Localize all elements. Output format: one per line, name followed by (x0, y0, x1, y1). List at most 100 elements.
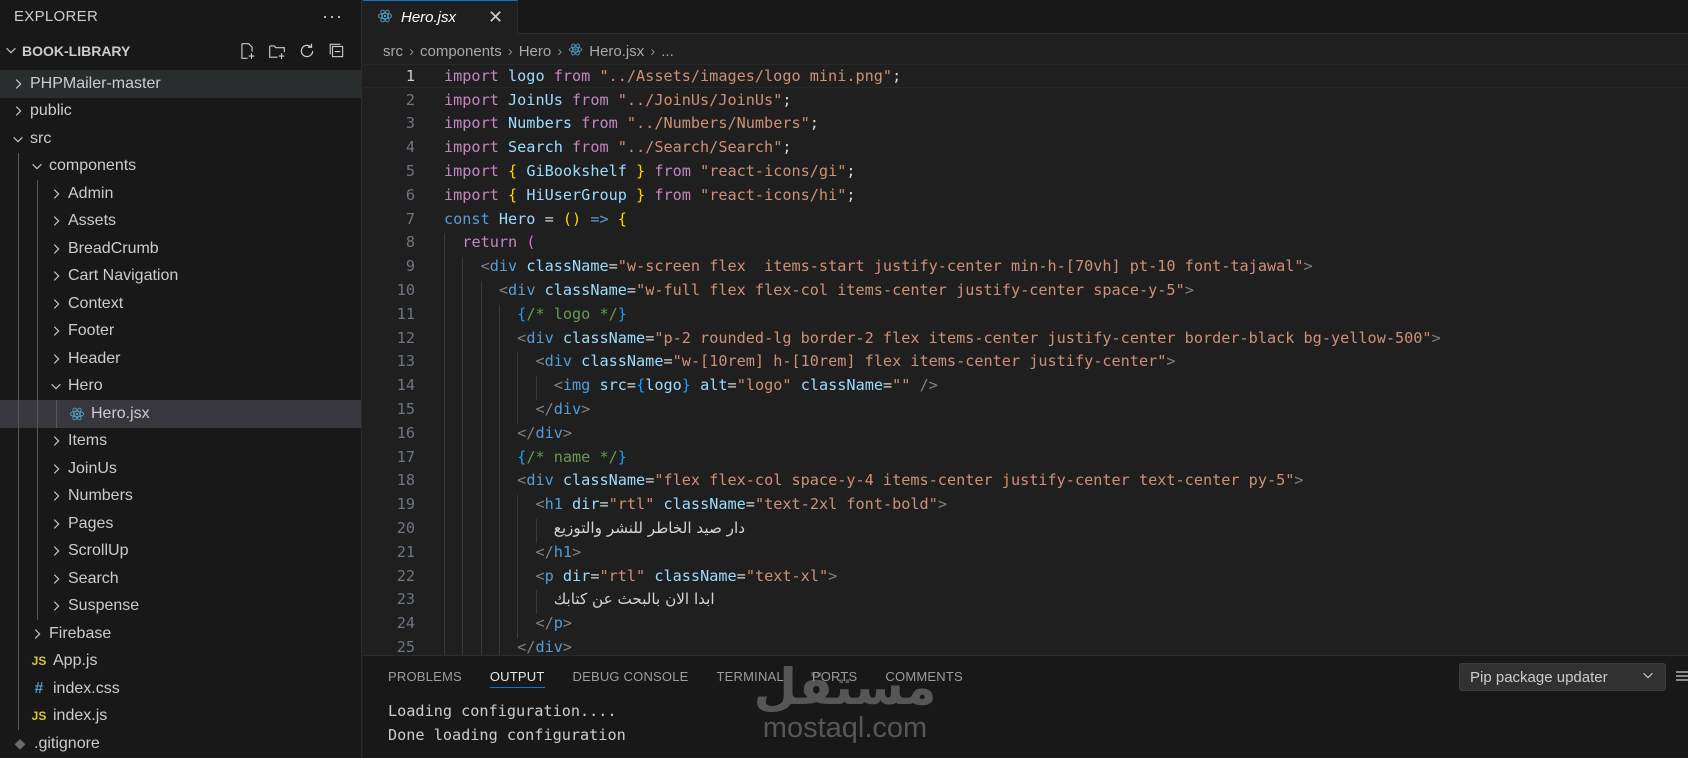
code-line: 10 <div className="w-full flex flex-col … (363, 278, 1688, 305)
tree-item-suspense[interactable]: Suspense (0, 592, 361, 620)
tree-item-label: PHPMailer-master (30, 74, 161, 92)
line-number: 23 (396, 590, 415, 609)
line-number: 20 (396, 519, 415, 538)
chevron-down-icon (1641, 668, 1655, 686)
collapse-all-icon[interactable] (327, 41, 347, 61)
code-line: 21 </h1> (363, 540, 1688, 567)
tab-debug-console[interactable]: DEBUG CONSOLE (573, 656, 689, 696)
project-name: BOOK-LIBRARY (22, 43, 131, 59)
tab-ports[interactable]: PORTS (812, 656, 858, 696)
chevron-down-icon (10, 131, 26, 147)
tree-item-numbers[interactable]: Numbers (0, 482, 361, 510)
tree-item-footer[interactable]: Footer (0, 317, 361, 345)
git-file-icon: ◆ (14, 735, 26, 752)
tab-comments[interactable]: COMMENTS (885, 656, 962, 696)
code-line: 23 ابدا الان بالبحث عن كتابك (363, 588, 1688, 615)
tree-item-app-js[interactable]: JS App.js (0, 647, 361, 675)
breadcrumb-item-components[interactable]: components (420, 43, 502, 60)
tree-item-joinus[interactable]: JoinUs (0, 455, 361, 483)
code-line: 2 import JoinUs from "../JoinUs/JoinUs"; (363, 88, 1688, 112)
code-text: </p> (444, 614, 572, 639)
tree-item-firebase[interactable]: Firebase (0, 620, 361, 648)
tree-item-label: Header (68, 349, 121, 367)
tree-item-label: public (30, 102, 72, 120)
code-line: 6 import { HiUserGroup } from "react-icon… (363, 183, 1688, 207)
chevron-right-icon (10, 103, 26, 119)
code-line: 13 <div className="w-[10rem] h-[10rem] f… (363, 350, 1688, 377)
code-text: import { HiUserGroup } from "react-icons… (444, 185, 856, 204)
tree-item-context[interactable]: Context (0, 290, 361, 318)
chevron-right-icon (48, 516, 64, 532)
tree-item-search[interactable]: Search (0, 565, 361, 593)
tab-hero-jsx[interactable]: Hero.jsx ✕ (363, 0, 519, 34)
tree-item-hero[interactable]: Hero (0, 372, 361, 400)
breadcrumb-item-more[interactable]: ... (661, 43, 674, 60)
tree-item-components[interactable]: components (0, 152, 361, 180)
code-line: 18 <div className="flex flex-col space-y… (363, 469, 1688, 496)
tree-item-label: JoinUs (68, 459, 117, 477)
tree-item-src[interactable]: src (0, 125, 361, 153)
bottom-panel: PROBLEMS OUTPUT DEBUG CONSOLE TERMINAL PORTS… (363, 655, 1688, 758)
tree-item-breadcrumb[interactable]: BreadCrumb (0, 235, 361, 263)
more-actions-icon[interactable]: ··· (322, 6, 343, 27)
tree-item-pages[interactable]: Pages (0, 510, 361, 538)
tree-item-label: index.js (53, 707, 108, 725)
code-text: import { GiBookshelf } from "react-icons… (444, 162, 856, 181)
code-line: 5 import { GiBookshelf } from "react-icon… (363, 159, 1688, 183)
code-line: 7 const Hero = () => { (363, 207, 1688, 231)
tree-item-public[interactable]: public (0, 98, 361, 126)
tree-item-label: Footer (68, 322, 115, 340)
breadcrumb-item-hero-jsx[interactable]: Hero.jsx (589, 43, 644, 60)
line-number: 10 (396, 281, 415, 300)
tree-item-index-js[interactable]: JS index.js (0, 702, 361, 730)
code-text: import Search from "../Search/Search"; (444, 138, 792, 157)
code-text: import Numbers from "../Numbers/Numbers"… (444, 114, 819, 133)
react-icon (568, 42, 583, 61)
tree-item-assets[interactable]: Assets (0, 207, 361, 235)
tab-problems[interactable]: PROBLEMS (388, 656, 462, 696)
breadcrumb-item-hero[interactable]: Hero (519, 43, 552, 60)
tree-item-scrollup[interactable]: ScrollUp (0, 537, 361, 565)
output-channel-select[interactable]: Pip package updater (1459, 663, 1666, 691)
project-header[interactable]: BOOK-LIBRARY (0, 32, 361, 70)
code-line: 19 <h1 dir="rtl" className="text-2xl fon… (363, 492, 1688, 520)
code-editor[interactable]: 1 import logo from "../Assets/images/logo… (363, 64, 1688, 662)
chevron-right-icon (48, 571, 64, 587)
tree-item-label: ScrollUp (68, 542, 129, 560)
tree-item-label: Pages (68, 514, 114, 532)
chevron-down-icon (48, 378, 64, 394)
code-text: </div> (444, 400, 590, 424)
line-number: 3 (405, 114, 415, 133)
editor-area: Hero.jsx ✕ src › components › Hero › Her… (363, 0, 1688, 662)
breadcrumb-item-src[interactable]: src (383, 43, 403, 60)
new-folder-icon[interactable] (267, 41, 287, 61)
tree-item-cart-navigation[interactable]: Cart Navigation (0, 262, 361, 290)
tab-terminal[interactable]: TERMINAL (717, 656, 784, 696)
close-icon[interactable]: ✕ (488, 7, 503, 28)
tab-output[interactable]: OUTPUT (489, 656, 545, 696)
code-text: {/* logo */} (444, 304, 627, 329)
list-menu-icon[interactable] (1674, 668, 1688, 684)
tree-item-hero-jsx[interactable]: Hero.jsx (0, 400, 361, 428)
line-number: 5 (405, 162, 415, 181)
code-line: 20 دار صيد الخاطر للنشر والتوزيع (363, 516, 1688, 543)
new-file-icon[interactable] (237, 41, 257, 61)
line-number: 24 (396, 614, 415, 633)
chevron-right-icon: › (409, 42, 414, 60)
tree-item-gitignore[interactable]: ◆ .gitignore (0, 730, 361, 758)
tree-item-index-css[interactable]: # index.css (0, 675, 361, 703)
chevron-right-icon: › (507, 42, 513, 60)
code-line: 11 {/* logo */} (363, 302, 1688, 329)
output-log: Loading configuration.... Done loading co… (388, 700, 626, 747)
tree-item-header[interactable]: Header (0, 345, 361, 373)
code-text: <div className="p-2 rounded-lg border-2 … (444, 328, 1441, 353)
line-number: 25 (396, 638, 415, 657)
tree-item-items[interactable]: Items (0, 427, 361, 455)
chevron-right-icon (48, 461, 64, 477)
tree-item-phpmailer-master[interactable]: PHPMailer-master (0, 70, 361, 98)
chevron-right-icon (48, 598, 64, 614)
tree-item-label: Context (68, 294, 124, 312)
tree-item-admin[interactable]: Admin (0, 180, 361, 208)
refresh-icon[interactable] (297, 41, 317, 61)
code-line: 4 import Search from "../Search/Search"; (363, 135, 1688, 159)
